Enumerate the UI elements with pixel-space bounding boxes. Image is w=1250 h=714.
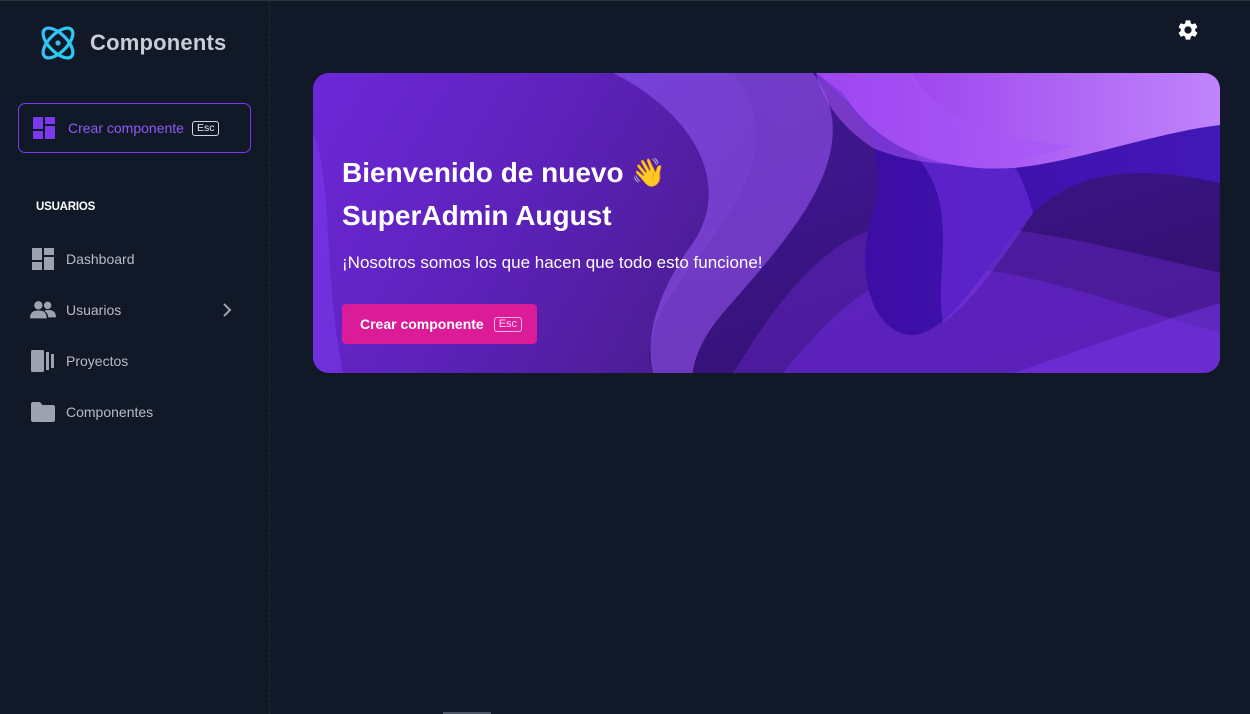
app-root: Components Crear componente Esc USUARIOS — [0, 0, 1250, 714]
create-component-button[interactable]: Crear componente Esc — [18, 103, 251, 153]
sidebar: Components Crear componente Esc USUARIOS — [0, 1, 270, 714]
shortcut-badge: Esc — [493, 316, 523, 332]
banner-subtitle: ¡Nosotros somos los que hacen que todo e… — [342, 253, 763, 272]
sidebar-item-label: Usuarios — [66, 302, 122, 318]
sidebar-item-label: Dashboard — [66, 251, 135, 267]
sidebar-item-label: Componentes — [66, 404, 154, 420]
sidebar-item-usuarios[interactable]: Usuarios — [30, 292, 250, 328]
projects-icon — [30, 348, 56, 374]
sidebar-item-label: Proyectos — [66, 353, 129, 369]
app-logo[interactable]: Components — [36, 21, 226, 65]
sidebar-item-dashboard[interactable]: Dashboard — [30, 241, 250, 277]
waving-hand-icon: 👋 — [631, 157, 667, 188]
user-name: SuperAdmin August — [342, 200, 612, 231]
dashboard-icon — [33, 117, 55, 139]
sidebar-item-componentes[interactable]: Componentes — [30, 394, 250, 430]
sidebar-item-proyectos[interactable]: Proyectos — [30, 343, 250, 379]
greeting-text: Bienvenido de nuevo — [342, 157, 624, 188]
welcome-banner: Bienvenido de nuevo 👋 SuperAdmin August … — [313, 73, 1220, 373]
dashboard-icon — [30, 246, 56, 272]
gear-icon[interactable] — [1176, 18, 1200, 42]
chevron-right-icon — [223, 303, 232, 317]
shortcut-badge: Esc — [191, 120, 220, 136]
users-icon — [30, 297, 56, 323]
banner-title: Bienvenido de nuevo 👋 SuperAdmin August — [342, 151, 666, 237]
create-component-label: Crear componente — [68, 120, 184, 136]
banner-create-component-button[interactable]: Crear componente Esc — [342, 304, 537, 344]
app-name: Components — [90, 30, 227, 55]
atom-logo-icon — [41, 26, 75, 60]
section-title-usuarios: USUARIOS — [36, 201, 96, 213]
folder-icon — [30, 399, 56, 425]
banner-button-label: Crear componente — [360, 316, 484, 332]
